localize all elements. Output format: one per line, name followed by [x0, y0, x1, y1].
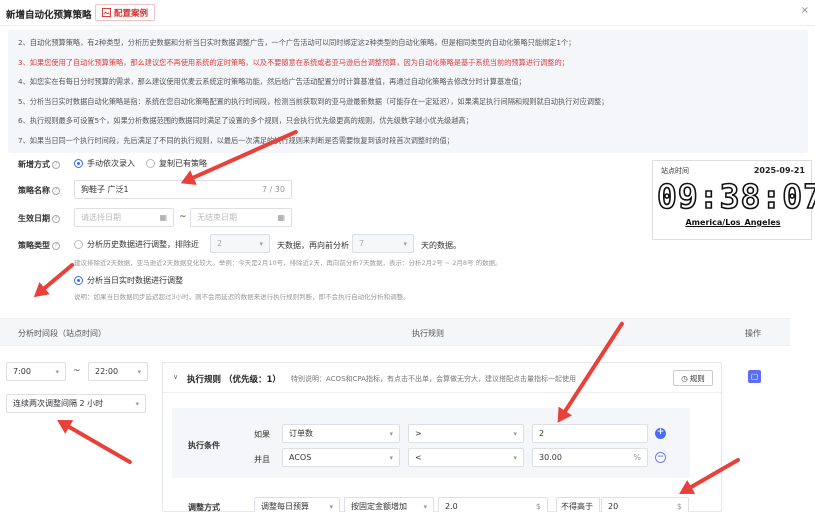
dollar-unit: $ [535, 502, 541, 511]
char-counter: 7 / 30 [261, 185, 285, 194]
note-line-warning: 3、如果您使用了自动化预算策略，那么建议您不再使用系统的定时策略，以及不要随意在… [18, 57, 569, 67]
dialog-title: 新增自动化预算策略 [6, 10, 92, 21]
mode-label: 新增方式? [18, 159, 60, 170]
rule-desc: 特别说明：ACOS和CPA指标，有点击不出单，会算做无穷大，建议搭配点击量指标一… [291, 375, 576, 383]
clock-time: 09:38:07 [656, 176, 815, 217]
chevron-down-icon: ▾ [135, 399, 139, 408]
annotation-arrow [63, 422, 133, 465]
annotation-arrow [38, 262, 75, 294]
site-clock: 站点时间 2025-09-21 09:38:07 America/Los_Ang… [652, 160, 815, 240]
end-date-input[interactable]: 无结束日期 ▦ [190, 208, 292, 227]
remove-condition-icon[interactable]: − [655, 452, 666, 463]
clock-label: 站点时间 [661, 167, 689, 175]
dollar-unit: $ [676, 502, 682, 511]
end-time-select[interactable]: 22:00 ▾ [88, 362, 148, 381]
chevron-down-icon: ▾ [389, 453, 393, 462]
radio-copy[interactable]: 复制已有策略 [146, 158, 207, 169]
start-time-select[interactable]: 7:00 ▾ [6, 362, 66, 381]
days-text-1: 天数据，再向前分析 [277, 241, 349, 250]
col-period: 分析时间段（站点时间） [18, 329, 106, 338]
chevron-down-icon: ▾ [513, 429, 517, 438]
config-case-label: 配置案例 [114, 8, 149, 19]
note-line: 2、自动化预算策略，有2种类型，分析历史数据和分析当日实时数据调整广告，一个广告… [18, 38, 576, 47]
chevron-down-icon: ▾ [513, 453, 517, 462]
help-icon[interactable]: ? [52, 160, 60, 169]
note-line: 7、如果当日同一个执行时间段，先后满足了不同的执行规则，以最后一次满足的执行规则… [18, 135, 454, 145]
chevron-down-icon: ▾ [137, 367, 141, 376]
note-line: 4、如您实在有每日分时预算的需求，那么建议使用优麦云系统定时策略功能，然后给广告… [18, 77, 526, 86]
collapse-chevron-icon[interactable]: ∨ [173, 373, 178, 381]
close-icon[interactable]: × [801, 5, 809, 16]
radio-manual[interactable]: 手动依次录入 [74, 158, 135, 169]
col-rule: 执行规则 [412, 329, 444, 338]
notes-panel: 2、自动化预算策略，有2种类型，分析历史数据和分析当日实时数据调整广告，一个广告… [8, 30, 808, 153]
cond-label: 执行条件 [188, 441, 220, 450]
exclude-days-select[interactable]: 2 ▾ [210, 234, 270, 253]
chevron-down-icon: ▾ [55, 367, 59, 376]
limit-value-input[interactable]: 20 $ [601, 497, 689, 512]
operator-select-2[interactable]: < ▾ [408, 448, 524, 467]
rule-card-header[interactable]: ∨ 执行规则 （优先级：1） 特别说明：ACOS和CPA指标，有点击不出单，会算… [163, 363, 721, 393]
name-label: 策略名称? [18, 185, 60, 196]
image-icon [102, 8, 111, 17]
copy-rule-icon[interactable]: ▢ [748, 370, 761, 383]
dialog-header: 新增自动化预算策略 配置案例 × [0, 0, 815, 26]
condition-box [172, 408, 690, 478]
clock-date: 2025-09-21 [753, 166, 805, 175]
radio-dot [146, 159, 155, 168]
value-input-2[interactable]: 30.00 % [532, 448, 648, 467]
metric-select-2[interactable]: ACOS ▾ [282, 448, 400, 467]
value-input-1[interactable]: 2 [532, 424, 648, 443]
rule-title: 执行规则 （优先级：1） [187, 375, 281, 385]
if-label: 如果 [254, 430, 270, 439]
radio-realtime[interactable]: 分析当日实时数据进行调整 [74, 275, 183, 286]
chevron-down-icon: ▾ [259, 239, 263, 248]
chevron-down-icon: ▾ [423, 502, 427, 511]
realtime-hint: 说明：如果当日数据同步延迟超过3小时，则不会用延迟的数据来进行执行规则判断，即不… [74, 293, 410, 301]
metric-select-1[interactable]: 订单数 ▾ [282, 424, 400, 443]
adjust-type-select[interactable]: 调整每日预算 ▾ [254, 497, 340, 512]
help-icon[interactable]: ? [52, 214, 60, 223]
analyze-days-select[interactable]: 7 ▾ [352, 234, 414, 253]
operator-select-1[interactable]: > ▾ [408, 424, 524, 443]
adjust-value-input[interactable]: 2.0 $ [438, 497, 548, 512]
percent-unit: % [633, 453, 641, 462]
date-separator: ~ [179, 212, 187, 222]
calendar-icon: ▦ [159, 213, 167, 222]
chevron-down-icon: ▾ [403, 239, 407, 248]
history-hint: 建议排除近2天数据，亚马逊近2天数据变化较大。举例：今天是2月10号，排除近2天… [74, 259, 502, 267]
radio-dot-checked [74, 159, 83, 168]
note-line: 5、分析当日实时数据自动化策略是指：系统在您自动化策略配置的执行时间段，检测当前… [18, 96, 609, 106]
help-icon[interactable]: ? [52, 186, 60, 195]
adjust-label: 调整方式 [188, 503, 220, 512]
add-condition-icon[interactable]: + [655, 428, 666, 439]
type-label: 策略类型? [18, 240, 60, 251]
rules-table-header: 分析时间段（站点时间） 执行规则 操作 [0, 318, 790, 346]
chevron-down-icon: ▾ [389, 429, 393, 438]
help-icon[interactable]: ? [52, 241, 60, 250]
note-line: 6、执行规则最多可设置5个，如果分析数据范围的数据同时满足了设置的多个规则，只会… [18, 116, 473, 125]
rule-button[interactable]: ◷ 规则 [673, 370, 713, 386]
date-label: 生效日期? [18, 213, 60, 224]
col-operation: 操作 [745, 329, 761, 338]
clock-icon: ◷ [681, 373, 688, 383]
limit-label-box: 不得高于 [556, 497, 600, 512]
interval-select[interactable]: 连续两次调整间隔 2 小时 ▾ [6, 394, 146, 413]
config-case-button[interactable]: 配置案例 [95, 4, 156, 21]
radio-dot [74, 240, 83, 249]
chevron-down-icon: ▾ [329, 502, 333, 511]
radio-dot-checked [74, 276, 83, 285]
calendar-icon: ▦ [277, 213, 285, 222]
time-separator: ~ [73, 366, 81, 376]
radio-history[interactable]: 分析历史数据进行调整，排除近 [74, 239, 199, 250]
days-text-2: 天的数据。 [421, 241, 461, 250]
and-label: 并且 [254, 455, 270, 464]
clock-timezone: America/Los_Angeles [685, 218, 781, 227]
start-date-input[interactable]: 请选择日期 ▦ [74, 208, 174, 227]
adjust-method-select[interactable]: 按固定金额增加 ▾ [344, 497, 434, 512]
